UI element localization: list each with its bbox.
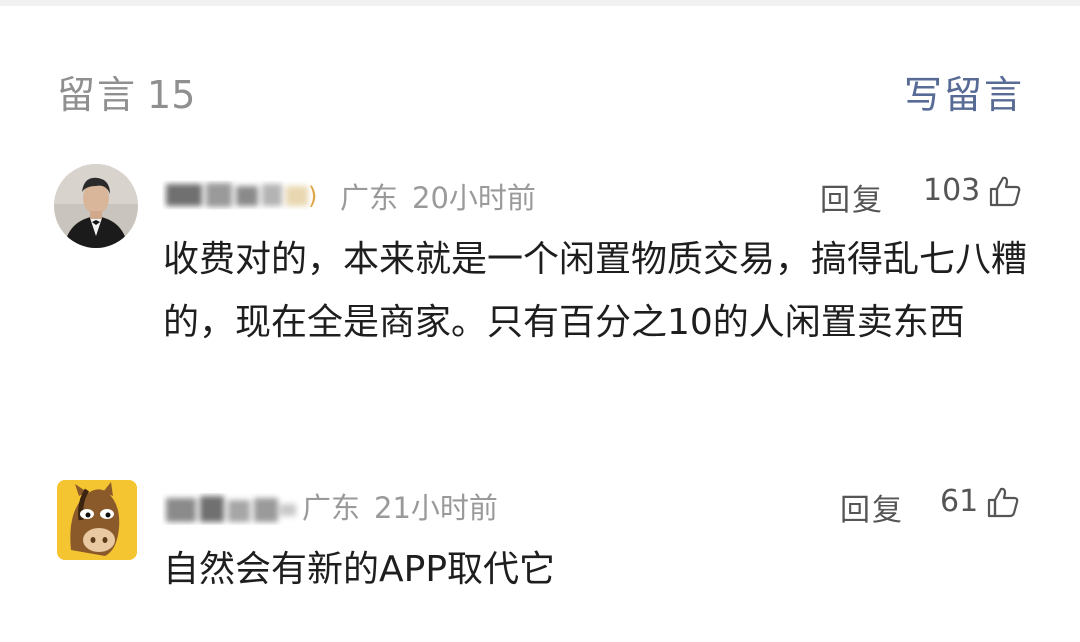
like-button[interactable]: 103: [923, 173, 1022, 208]
reply-button[interactable]: 回复: [820, 175, 884, 219]
nickname-blurred: [162, 490, 300, 522]
reply-button[interactable]: 回复: [840, 485, 904, 529]
comment-meta: 广东 21小时前: [302, 485, 498, 527]
nickname-blurred: ): [162, 180, 322, 210]
comment-time: 20小时前: [412, 181, 536, 215]
comment-count-number: 15: [147, 73, 196, 117]
comment-text: 收费对的，本来就是一个闲置物质交易，搞得乱七八糟的，现在全是商家。只有百分之10…: [163, 239, 1028, 343]
comment-meta: 广东 20小时前: [340, 175, 536, 217]
comment-time: 21小时前: [374, 491, 498, 525]
comment-count-label: 留言 15: [57, 64, 195, 119]
write-comment-button[interactable]: 写留言: [904, 64, 1024, 119]
like-button[interactable]: 61: [940, 484, 1020, 519]
comments-header: 留言 15 写留言: [57, 62, 1024, 117]
avatar[interactable]: [57, 480, 137, 560]
comment-location: 广东: [340, 181, 399, 215]
thumbs-up-icon: [990, 176, 1021, 206]
svg-text:): ): [308, 182, 317, 210]
comment-item: ) 广东 20小时前 回复 103 收费对的，本来就是一个闲置物质交易，搞得乱七八…: [0, 160, 1080, 420]
like-count: 61: [940, 484, 979, 519]
avatar[interactable]: [54, 164, 138, 248]
comment-item: 广东 21小时前 回复 61 自然会有新的APP取代它: [0, 476, 1080, 626]
comment-count-text: 留言: [57, 73, 138, 117]
comment-text: 自然会有新的APP取代它: [163, 549, 556, 590]
comment-location: 广东: [302, 491, 361, 525]
like-count: 103: [923, 173, 981, 208]
top-divider: [0, 0, 1080, 6]
thumbs-up-icon: [988, 487, 1019, 517]
